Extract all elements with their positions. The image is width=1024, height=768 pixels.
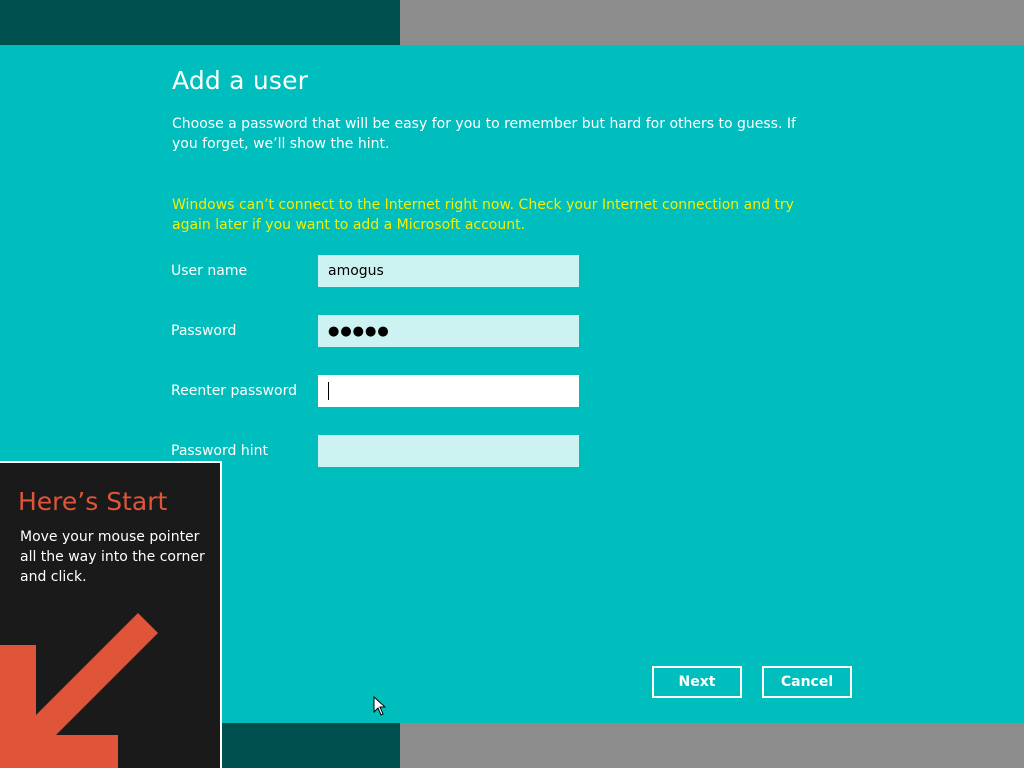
arrow-down-left-icon [0,613,158,768]
connection-warning: Windows can’t connect to the Internet ri… [172,197,794,233]
start-tip-title: Here’s Start [18,487,168,516]
username-input[interactable]: amogus [318,255,579,287]
cancel-button[interactable]: Cancel [762,666,852,698]
page-description: Choose a password that will be easy for … [172,116,796,152]
password-hint-label: Password hint [171,443,268,459]
page-title: Add a user [172,66,309,95]
reenter-password-input[interactable] [318,375,579,407]
bottom-band-gray [400,723,1024,768]
password-label: Password [171,323,237,339]
top-band-dark [0,0,400,45]
username-label: User name [171,263,248,279]
password-value: ●●●●● [328,324,390,339]
start-tip-panel: Here’s Start Move your mouse pointer all… [0,461,222,768]
start-tip-text: Move your mouse pointer all the way into… [20,529,205,585]
text-caret [328,382,329,400]
mouse-pointer-icon [373,696,387,716]
password-input[interactable]: ●●●●● [318,315,579,347]
username-value: amogus [328,263,384,279]
password-hint-input[interactable] [318,435,579,467]
reenter-password-label: Reenter password [171,383,297,399]
next-button[interactable]: Next [652,666,742,698]
top-band-gray [400,0,1024,45]
